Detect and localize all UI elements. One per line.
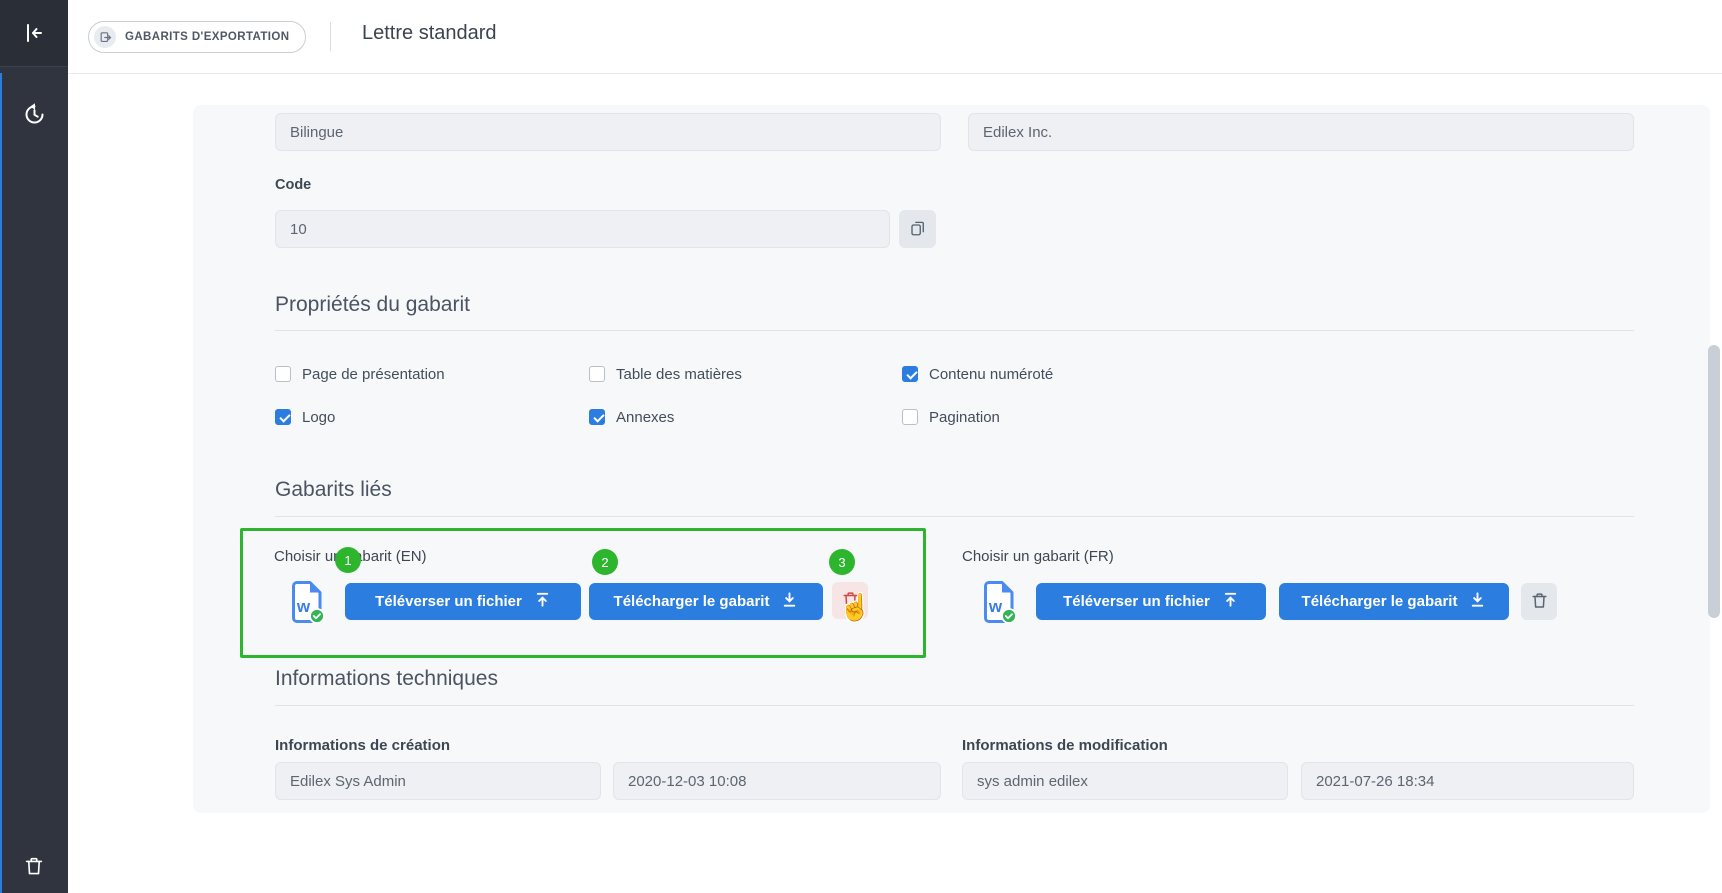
history-button[interactable] xyxy=(12,92,56,136)
divider xyxy=(330,22,331,51)
divider xyxy=(275,516,1634,517)
trash-icon xyxy=(23,855,45,877)
download-icon xyxy=(781,591,798,612)
checkbox-box xyxy=(902,409,918,425)
word-file-icon: w xyxy=(983,580,1017,624)
copy-code-button[interactable] xyxy=(899,210,936,248)
divider xyxy=(275,330,1634,331)
checkbox-label: Contenu numéroté xyxy=(929,366,1053,383)
modification-info-label: Informations de modification xyxy=(962,737,1168,754)
history-icon xyxy=(22,102,47,127)
delete-template-fr-button[interactable] xyxy=(1521,583,1557,620)
download-icon xyxy=(1469,591,1486,612)
checkbox-annexes[interactable]: Annexes xyxy=(589,408,674,426)
code-label: Code xyxy=(275,177,311,193)
modification-user-field[interactable] xyxy=(962,762,1288,800)
checkbox-numbered-content[interactable]: Contenu numéroté xyxy=(902,365,1053,383)
delete-template-en-button[interactable] xyxy=(832,582,868,619)
checkbox-box xyxy=(275,366,291,382)
svg-text:w: w xyxy=(296,597,311,616)
download-button-label: Télécharger le gabarit xyxy=(614,593,770,610)
upload-file-fr-button[interactable]: Téléverser un fichier xyxy=(1036,583,1266,620)
section-title-tech-info: Informations techniques xyxy=(275,667,498,691)
download-button-label: Télécharger le gabarit xyxy=(1302,593,1458,610)
language-field[interactable] xyxy=(275,113,941,151)
top-header: GABARITS D'EXPORTATION Lettre standard xyxy=(68,0,1722,74)
word-file-icon: w xyxy=(291,580,325,624)
download-template-en-button[interactable]: Télécharger le gabarit xyxy=(589,583,823,620)
checkbox-box xyxy=(589,366,605,382)
breadcrumb-export-templates[interactable]: GABARITS D'EXPORTATION xyxy=(88,21,306,53)
divider xyxy=(0,66,68,67)
checkbox-box xyxy=(589,409,605,425)
checkbox-page-presentation[interactable]: Page de présentation xyxy=(275,365,445,383)
svg-text:w: w xyxy=(988,597,1003,616)
code-field[interactable] xyxy=(275,210,890,248)
vertical-scrollbar-thumb[interactable] xyxy=(1708,345,1720,618)
page-title: Lettre standard xyxy=(362,22,497,45)
creation-user-field[interactable] xyxy=(275,762,601,800)
checkbox-label: Table des matières xyxy=(616,366,742,383)
checkbox-label: Logo xyxy=(302,409,335,426)
divider xyxy=(275,705,1634,706)
section-title-linked-templates: Gabarits liés xyxy=(275,478,392,502)
trash-icon xyxy=(1530,591,1549,613)
section-title-properties: Propriétés du gabarit xyxy=(275,293,470,317)
creation-info-label: Informations de création xyxy=(275,737,450,754)
choose-template-en-label: Choisir un gabarit (EN) xyxy=(274,548,427,565)
checkbox-label: Pagination xyxy=(929,409,1000,426)
collapse-sidebar-button[interactable] xyxy=(12,11,56,55)
upload-icon xyxy=(534,591,551,612)
app-window: GABARITS D'EXPORTATION Lettre standard C… xyxy=(0,0,1722,893)
checkbox-label: Page de présentation xyxy=(302,366,445,383)
collapse-icon xyxy=(22,21,46,45)
checkbox-label: Annexes xyxy=(616,409,674,426)
creation-date-field[interactable] xyxy=(613,762,941,800)
organization-field[interactable] xyxy=(968,113,1634,151)
checkbox-box xyxy=(902,366,918,382)
download-template-fr-button[interactable]: Télécharger le gabarit xyxy=(1279,583,1509,620)
copy-icon xyxy=(909,219,927,240)
sidebar-accent-stripe xyxy=(0,73,2,893)
upload-button-label: Téléverser un fichier xyxy=(375,593,522,610)
upload-icon xyxy=(1222,591,1239,612)
upload-button-label: Téléverser un fichier xyxy=(1063,593,1210,610)
checkbox-box xyxy=(275,409,291,425)
choose-template-fr-label: Choisir un gabarit (FR) xyxy=(962,548,1114,565)
checkbox-table-of-contents[interactable]: Table des matières xyxy=(589,365,742,383)
document-export-icon xyxy=(94,26,116,48)
delete-template-button[interactable] xyxy=(12,844,56,888)
checkbox-logo[interactable]: Logo xyxy=(275,408,335,426)
sidebar xyxy=(0,0,68,893)
upload-file-en-button[interactable]: Téléverser un fichier xyxy=(345,583,581,620)
trash-icon xyxy=(841,590,860,612)
modification-date-field[interactable] xyxy=(1301,762,1634,800)
checkbox-pagination[interactable]: Pagination xyxy=(902,408,1000,426)
breadcrumb-label: GABARITS D'EXPORTATION xyxy=(125,31,289,43)
